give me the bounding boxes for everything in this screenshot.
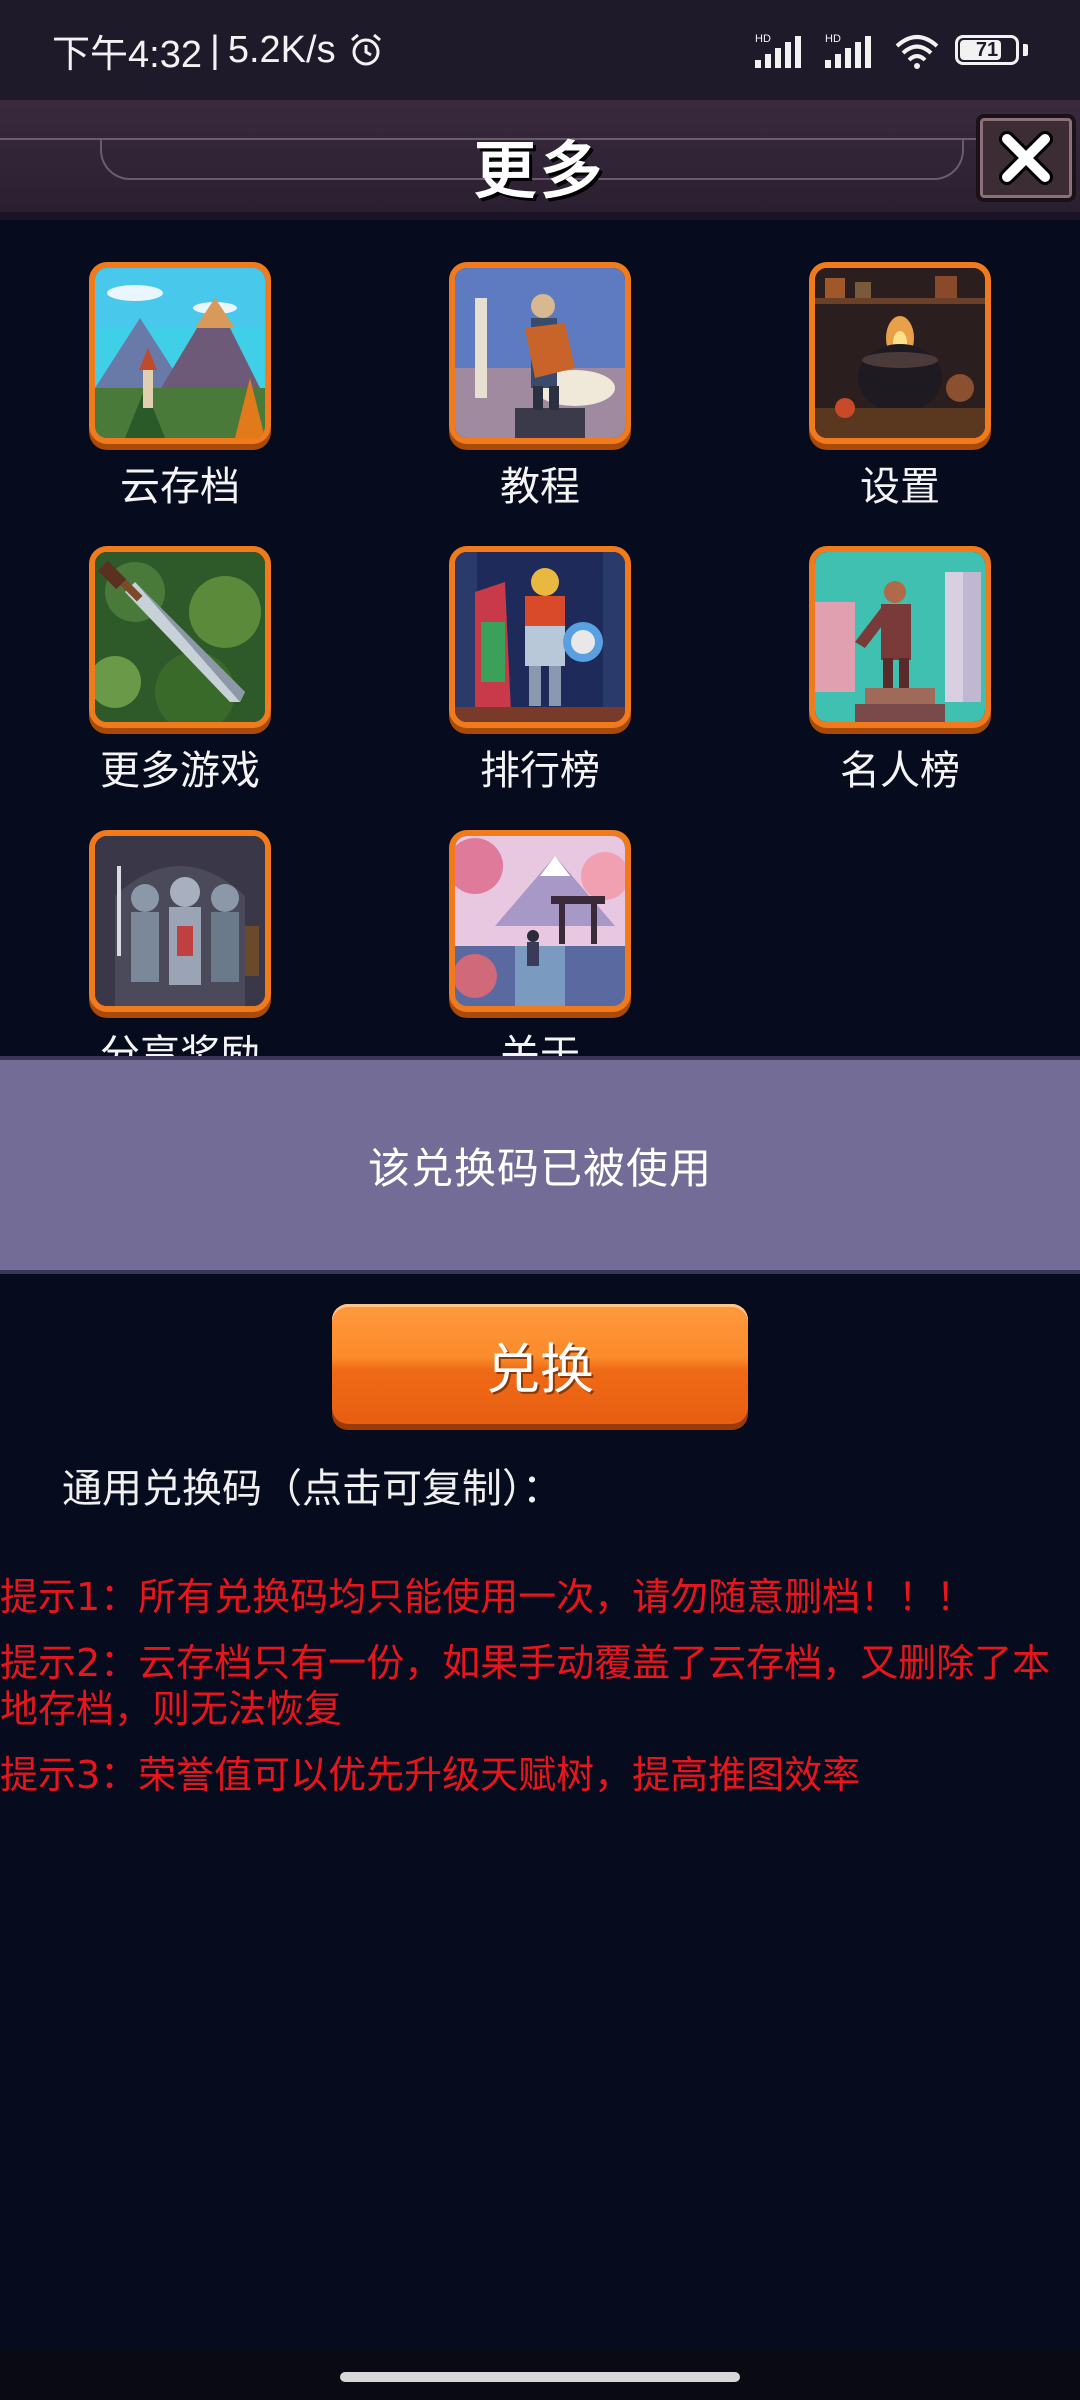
menu-label: 分享奖励 bbox=[100, 1032, 260, 1056]
home-indicator[interactable] bbox=[340, 2372, 740, 2382]
status-right: HD HD 71 bbox=[753, 30, 1028, 70]
more-games-tile bbox=[89, 546, 271, 728]
cauldron-icon bbox=[815, 268, 985, 438]
cellular-signal-icon: HD bbox=[755, 33, 801, 68]
status-bar: 下午4:32 | 5.2K/s HD HD 71 bbox=[0, 0, 1080, 100]
page-title: 更多 bbox=[473, 134, 606, 207]
menu-label: 云存档 bbox=[120, 464, 240, 510]
menu-item-about[interactable]: 关于 bbox=[420, 830, 660, 1056]
menu-label: 设置 bbox=[860, 464, 940, 510]
redeem-code-heading[interactable]: 通用兑换码（点击可复制）： bbox=[62, 1456, 562, 1514]
tutorial-tile bbox=[449, 262, 631, 444]
menu-item-more-games[interactable]: 更多游戏 bbox=[60, 546, 300, 796]
notice-message: 该兑换码已被使用 bbox=[367, 1143, 712, 1193]
mountain-castle-icon bbox=[95, 268, 265, 438]
leaderboard-tile bbox=[449, 546, 631, 728]
menu-item-cloud-save[interactable]: 云存档 bbox=[60, 262, 300, 512]
cloud-save-tile bbox=[89, 262, 271, 444]
sword-icon bbox=[95, 552, 265, 722]
settings-tile bbox=[809, 262, 991, 444]
battery-tip bbox=[1023, 44, 1028, 56]
hall-of-fame-tile bbox=[809, 546, 991, 728]
header-bar: 更多 bbox=[0, 100, 1080, 220]
menu-item-settings[interactable]: 设置 bbox=[780, 262, 1020, 512]
statue-icon bbox=[455, 268, 625, 438]
menu-item-hall-of-fame[interactable]: 名人榜 bbox=[780, 546, 1020, 796]
menu-label: 更多游戏 bbox=[100, 748, 260, 794]
menu-item-share-reward[interactable]: 分享奖励 bbox=[60, 830, 300, 1056]
svg-text:HD: HD bbox=[825, 33, 841, 45]
close-icon bbox=[999, 131, 1053, 185]
cellular-signal-icon-2: HD bbox=[825, 33, 871, 68]
menu-grid: 云存档 教程 设置 更多游戏 排行榜 名人榜 分享奖励 关于 bbox=[0, 228, 1080, 1056]
wifi-icon bbox=[895, 35, 939, 69]
warrior-statue-icon bbox=[815, 552, 985, 722]
status-left: 下午4:32 | 5.2K/s bbox=[52, 23, 384, 78]
svg-text:HD: HD bbox=[755, 33, 771, 45]
menu-label: 排行榜 bbox=[480, 748, 600, 794]
alarm-clock-icon bbox=[350, 33, 381, 66]
status-separator: | bbox=[209, 28, 220, 71]
about-tile bbox=[449, 830, 631, 1012]
share-reward-tile bbox=[89, 830, 271, 1012]
menu-item-tutorial[interactable]: 教程 bbox=[420, 262, 660, 512]
armored-knights-icon bbox=[95, 836, 265, 1006]
close-button[interactable] bbox=[976, 114, 1076, 202]
redeem-button[interactable]: 兑换 bbox=[332, 1304, 748, 1424]
knight-icon bbox=[455, 552, 625, 722]
torii-gate-icon bbox=[455, 836, 625, 1006]
tip-item: 提示3：荣誉值可以优先升级天赋树，提高推图效率 bbox=[0, 1753, 861, 1797]
battery-icon: 71 bbox=[955, 35, 1019, 65]
status-net-speed: 5.2K/s bbox=[227, 28, 336, 71]
menu-item-leaderboard[interactable]: 排行榜 bbox=[420, 546, 660, 796]
tips-list: 提示1：所有兑换码均只能使用一次，请勿随意删档！！！ 提示2：云存档只有一份，如… bbox=[0, 1574, 1080, 1818]
menu-label: 教程 bbox=[500, 464, 580, 510]
status-time: 下午4:32 bbox=[52, 33, 202, 76]
menu-label: 名人榜 bbox=[840, 748, 960, 794]
notice-banner: 该兑换码已被使用 bbox=[0, 1056, 1080, 1274]
tip-item: 提示1：所有兑换码均只能使用一次，请勿随意删档！！！ bbox=[0, 1575, 975, 1619]
tip-item: 提示2：云存档只有一份，如果手动覆盖了云存档，又删除了本地存档，则无法恢复 bbox=[0, 1641, 1051, 1731]
menu-label: 关于 bbox=[500, 1032, 580, 1056]
redeem-button-label: 兑换 bbox=[486, 1337, 594, 1401]
battery-level: 71 bbox=[975, 38, 999, 61]
